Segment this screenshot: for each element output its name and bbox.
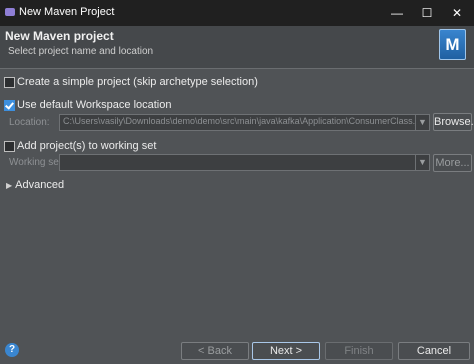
location-label: Location: bbox=[9, 117, 50, 128]
default-workspace-label: Use default Workspace location bbox=[17, 99, 172, 111]
maven-icon: M bbox=[439, 29, 466, 60]
advanced-section-toggle[interactable]: ▶ Advanced bbox=[6, 179, 64, 191]
working-set-checkbox[interactable] bbox=[4, 141, 15, 152]
next-button[interactable]: Next > bbox=[252, 342, 320, 360]
working-set-label: Working set: bbox=[9, 157, 65, 168]
chevron-down-icon: ▼ bbox=[415, 115, 429, 130]
eclipse-app-icon bbox=[5, 8, 15, 16]
wizard-title: New Maven project bbox=[5, 29, 114, 43]
simple-project-label: Create a simple project (skip archetype … bbox=[17, 76, 258, 88]
default-workspace-checkbox[interactable] bbox=[4, 100, 15, 111]
more-button[interactable]: More... bbox=[433, 154, 472, 172]
location-value: C:\Users\vasily\Downloads\demo\demo\src\… bbox=[63, 116, 415, 126]
simple-project-checkbox[interactable] bbox=[4, 77, 15, 88]
title-bar: New Maven Project — ☐ ✕ bbox=[0, 0, 474, 26]
finish-button[interactable]: Finish bbox=[325, 342, 393, 360]
browse-button[interactable]: Browse... bbox=[433, 113, 474, 131]
chevron-right-icon: ▶ bbox=[6, 181, 13, 190]
wizard-header: New Maven project Select project name an… bbox=[0, 26, 474, 69]
close-button[interactable]: ✕ bbox=[442, 3, 472, 23]
wizard-subtitle: Select project name and location bbox=[8, 46, 154, 57]
minimize-button[interactable]: — bbox=[382, 3, 412, 23]
window-title: New Maven Project bbox=[19, 6, 115, 18]
location-combo: C:\Users\vasily\Downloads\demo\demo\src\… bbox=[59, 114, 430, 131]
maximize-button[interactable]: ☐ bbox=[412, 3, 442, 23]
help-icon[interactable]: ? bbox=[5, 343, 19, 357]
advanced-label: Advanced bbox=[15, 179, 65, 191]
working-set-add-label: Add project(s) to working set bbox=[17, 140, 157, 152]
working-set-combo: ▼ bbox=[59, 154, 430, 171]
back-button[interactable]: < Back bbox=[181, 342, 249, 360]
chevron-down-icon: ▼ bbox=[415, 155, 429, 170]
cancel-button[interactable]: Cancel bbox=[398, 342, 470, 360]
